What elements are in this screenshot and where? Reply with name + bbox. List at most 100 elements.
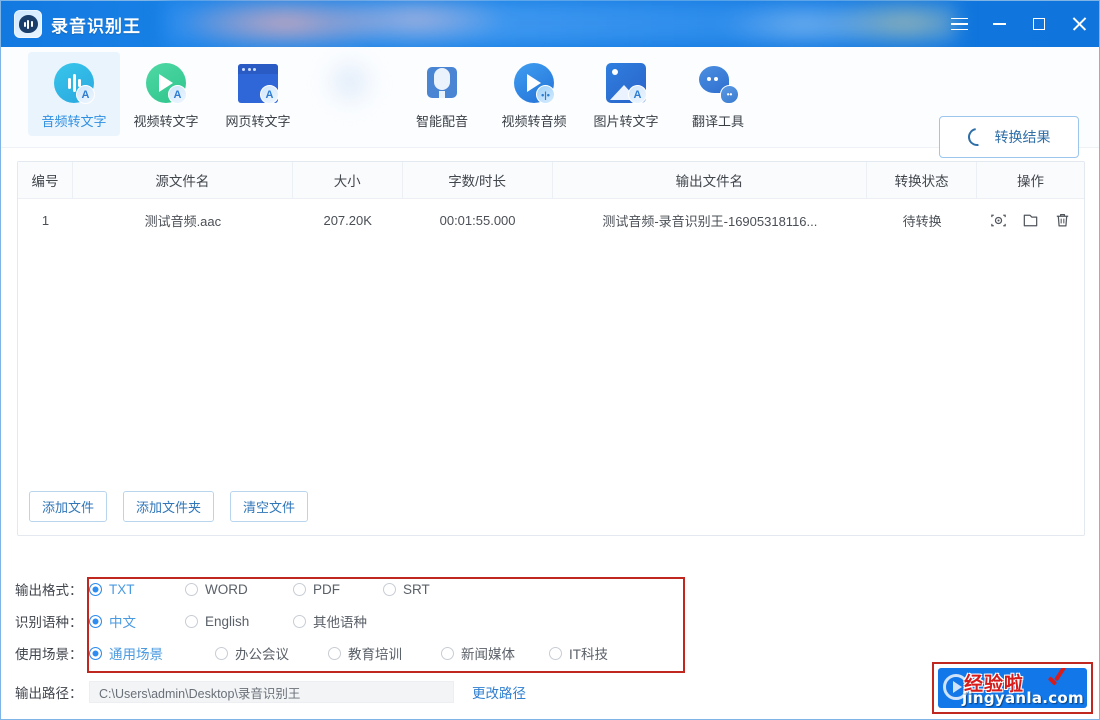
radio-label: 新闻媒体: [461, 647, 515, 662]
column-header-status: 转换状态: [867, 162, 978, 198]
radio-language-chinese[interactable]: 中文: [89, 611, 185, 631]
radio-dot: [89, 614, 102, 628]
maximize-icon[interactable]: [1019, 1, 1059, 47]
column-header-duration: 字数/时长: [403, 162, 553, 198]
radio-label: 教育培训: [348, 647, 402, 662]
radio-dot: [328, 646, 341, 660]
column-header-size: 大小: [293, 162, 403, 198]
change-path-link[interactable]: 更改路径: [472, 682, 526, 702]
add-file-button[interactable]: 添加文件: [29, 491, 108, 522]
radio-language-english[interactable]: English: [185, 614, 293, 629]
cell-status: 待转换: [902, 214, 942, 229]
blurred-icon: [330, 63, 370, 103]
table-row[interactable]: 1 测试音频.aac 207.20K 00:01:55.000 测试音频-录音识…: [18, 199, 1084, 242]
cell-source-name: 测试音频.aac: [144, 214, 222, 229]
radio-format-txt[interactable]: TXT: [89, 582, 185, 597]
toolbar-item-label: 图片转文字: [593, 114, 659, 129]
radio-label: TXT: [109, 581, 135, 597]
output-path-row: 输出路径： C:\Users\admin\Desktop\录音识别王 更改路径: [1, 677, 1100, 707]
cell-duration: 00:01:55.000: [439, 213, 516, 228]
video-to-audio-icon: •|•: [514, 63, 555, 104]
column-header-output-name: 输出文件名: [553, 162, 868, 198]
toolbar-item-web-to-text[interactable]: A 网页转文字: [212, 52, 304, 136]
radio-dot: [293, 614, 306, 628]
radio-label: 中文: [109, 615, 136, 630]
smart-dubbing-icon: [422, 63, 462, 103]
radio-format-pdf[interactable]: PDF: [293, 582, 383, 597]
toolbar-item-label: 网页转文字: [225, 114, 291, 129]
start-convert-button[interactable]: 经验啦 jingyanla.com: [938, 668, 1087, 708]
column-header-actions: 操作: [1017, 174, 1045, 189]
radio-dot: [383, 582, 396, 596]
toolbar-item-translate-tool[interactable]: •• 翻译工具: [672, 52, 764, 136]
radio-format-word[interactable]: WORD: [185, 582, 293, 597]
toolbar-item-label: 翻译工具: [691, 114, 744, 129]
radio-label: 通用场景: [109, 647, 163, 662]
radio-dot: [441, 646, 454, 660]
preview-icon[interactable]: [989, 211, 1008, 230]
hamburger-menu-icon[interactable]: [939, 1, 979, 47]
radio-dot: [185, 614, 198, 628]
app-brand: 录音识别王: [1, 1, 141, 47]
minimize-icon[interactable]: [979, 1, 1019, 47]
delete-icon[interactable]: [1053, 211, 1072, 230]
app-title: 录音识别王: [51, 16, 141, 36]
image-to-text-icon: A: [606, 63, 647, 104]
toolbar-item-blurred[interactable]: [304, 52, 396, 136]
toolbar-item-label: 智能配音: [415, 114, 468, 129]
radio-scene-general[interactable]: 通用场景: [89, 643, 215, 663]
scene-label: 使用场景：: [15, 647, 83, 662]
toolbar-item-label: 视频转音频: [501, 114, 567, 129]
cell-index: 1: [41, 213, 50, 228]
radio-scene-office[interactable]: 办公会议: [215, 643, 328, 663]
radio-label: IT科技: [569, 647, 608, 662]
main-toolbar: A 音频转文字 A 视频转文字 A 网页转文字 智能配音 •|• 视频转音频 A…: [1, 47, 1099, 158]
radio-dot: [89, 582, 102, 596]
toolbar-item-video-to-audio[interactable]: •|• 视频转音频: [488, 52, 580, 136]
radio-label: 办公会议: [235, 647, 289, 662]
window-controls: [939, 1, 1099, 47]
clear-files-button[interactable]: 清空文件: [230, 491, 309, 522]
language-row: 识别语种： 中文 English 其他语种: [1, 605, 1100, 637]
toolbar-item-label: 音频转文字: [41, 114, 107, 129]
radio-scene-news[interactable]: 新闻媒体: [441, 643, 549, 663]
refresh-circle-icon: [963, 124, 990, 150]
cell-output-name: 测试音频-录音识别王-16905318116...: [602, 214, 818, 229]
title-bar-blurred-region: [165, 1, 957, 45]
close-icon[interactable]: [1059, 1, 1099, 47]
watermark-sub-text: jingyanla.com: [962, 689, 1084, 707]
table-header: 编号 源文件名 大小 字数/时长 输出文件名 转换状态 操作: [18, 162, 1084, 199]
web-to-text-icon: A: [238, 63, 279, 104]
column-header-index: 编号: [18, 162, 73, 198]
audio-to-text-icon: A: [54, 63, 95, 104]
radio-scene-it[interactable]: IT科技: [549, 643, 608, 663]
output-format-row: 输出格式： TXT WORD PDF SRT: [1, 573, 1100, 605]
radio-dot: [185, 582, 198, 596]
radio-label: SRT: [403, 581, 430, 597]
radio-label: English: [205, 613, 250, 629]
app-logo-icon: [14, 10, 42, 38]
video-to-text-icon: A: [146, 63, 187, 104]
toolbar-item-image-to-text[interactable]: A 图片转文字: [580, 52, 672, 136]
radio-scene-education[interactable]: 教育培训: [328, 643, 441, 663]
output-path-field[interactable]: C:\Users\admin\Desktop\录音识别王: [89, 681, 454, 703]
toolbar-item-video-to-text[interactable]: A 视频转文字: [120, 52, 212, 136]
radio-language-other[interactable]: 其他语种: [293, 611, 367, 631]
add-folder-button[interactable]: 添加文件夹: [123, 491, 215, 522]
column-header-source-name: 源文件名: [73, 162, 293, 198]
title-bar: 录音识别王: [1, 1, 1099, 47]
radio-dot: [293, 582, 306, 596]
cell-actions: [977, 211, 1084, 230]
play-triangle-icon: [953, 681, 962, 693]
scene-row: 使用场景： 通用场景 办公会议 教育培训 新闻媒体 IT科技: [1, 637, 1100, 669]
toolbar-item-smart-dubbing[interactable]: 智能配音: [396, 52, 488, 136]
radio-format-srt[interactable]: SRT: [383, 582, 430, 597]
radio-dot: [549, 646, 562, 660]
output-path-label: 输出路径：: [15, 686, 83, 701]
open-folder-icon[interactable]: [1021, 211, 1040, 230]
convert-result-button[interactable]: 转换结果: [939, 116, 1079, 158]
toolbar-item-audio-to-text[interactable]: A 音频转文字: [28, 52, 120, 136]
options-section: 输出格式： TXT WORD PDF SRT 识别语种： 中文 English …: [1, 573, 1100, 707]
app-window: 录音识别王 A 音频转文字 A 视频转文字 A 网页转文字 智能配音 •|• 视…: [0, 0, 1100, 720]
toolbar-item-label: 视频转文字: [133, 114, 199, 129]
